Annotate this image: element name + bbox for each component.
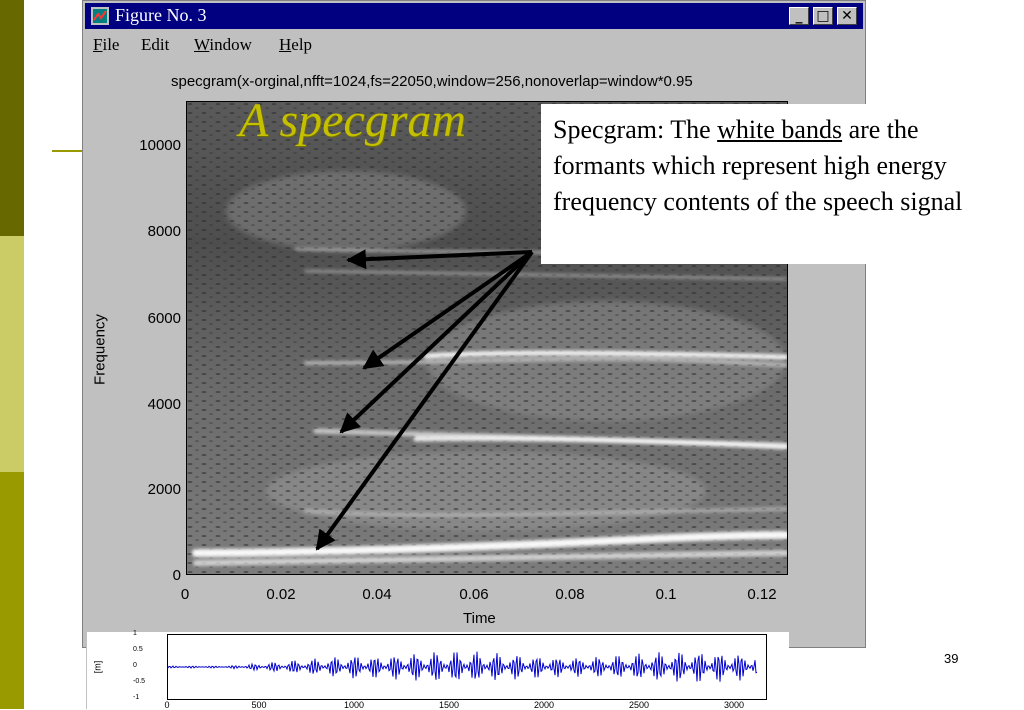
y-tick-label: 2000: [147, 481, 181, 498]
y-tick-label: 10000: [139, 137, 181, 154]
annotation-callout: Specgram: The white bands are the forman…: [541, 104, 1009, 264]
waveform-y-tick: -1: [133, 694, 140, 701]
y-tick-label: 0: [172, 567, 181, 584]
waveform-plot: [167, 634, 767, 700]
figure-app-icon: [91, 7, 109, 25]
waveform-y-tick: 1: [133, 630, 137, 637]
sidebar-band-dark: [0, 0, 24, 236]
callout-emphasis: white bands: [717, 115, 843, 144]
menu-file[interactable]: File: [93, 35, 119, 55]
overlay-title: A specgram: [239, 94, 467, 147]
x-tick-label: 0.1: [655, 586, 677, 603]
title-bar[interactable]: Figure No. 3 _ □ ✕: [85, 3, 863, 29]
close-button[interactable]: ✕: [837, 7, 857, 25]
waveform-y-tick: 0.5: [133, 646, 143, 653]
x-tick-label: 0.02: [266, 586, 296, 603]
menu-edit[interactable]: Edit: [141, 35, 169, 55]
waveform-panel: [m] 1 0.5 0 -0.5 -1 0 500 1000 1500 2000…: [86, 630, 789, 710]
x-tick-label: 0.06: [459, 586, 489, 603]
slide-number: 39: [944, 651, 959, 666]
waveform-y-tick: -0.5: [133, 678, 146, 685]
waveform-y-tick: 0: [133, 662, 137, 669]
y-tick-label: 8000: [147, 223, 181, 240]
plot-title: specgram(x-orginal,nfft=1024,fs=22050,wi…: [171, 73, 693, 90]
sidebar-band-low: [0, 472, 24, 709]
y-tick-label: 4000: [147, 396, 181, 413]
menu-help[interactable]: Help: [279, 35, 312, 55]
sidebar-band-mid: [0, 236, 24, 472]
figure-window: Figure No. 3 _ □ ✕ File Edit Window Help…: [82, 0, 866, 648]
x-axis-label: Time: [463, 610, 496, 627]
y-tick-label: 6000: [147, 310, 181, 327]
menu-window[interactable]: Window: [194, 35, 252, 55]
x-tick-label: 0.12: [747, 586, 777, 603]
window-title: Figure No. 3: [115, 5, 207, 25]
x-tick-label: 0: [180, 586, 190, 603]
title-rule: [52, 150, 82, 152]
x-tick-label: 0.04: [362, 586, 392, 603]
maximize-button[interactable]: □: [813, 7, 833, 25]
minimize-button[interactable]: _: [789, 7, 809, 25]
x-tick-label: 0.08: [555, 586, 585, 603]
menu-bar: File Edit Window Help: [85, 31, 863, 59]
waveform-y-label: [m]: [92, 660, 103, 674]
callout-text: Specgram: The white bands are the forman…: [553, 115, 963, 216]
